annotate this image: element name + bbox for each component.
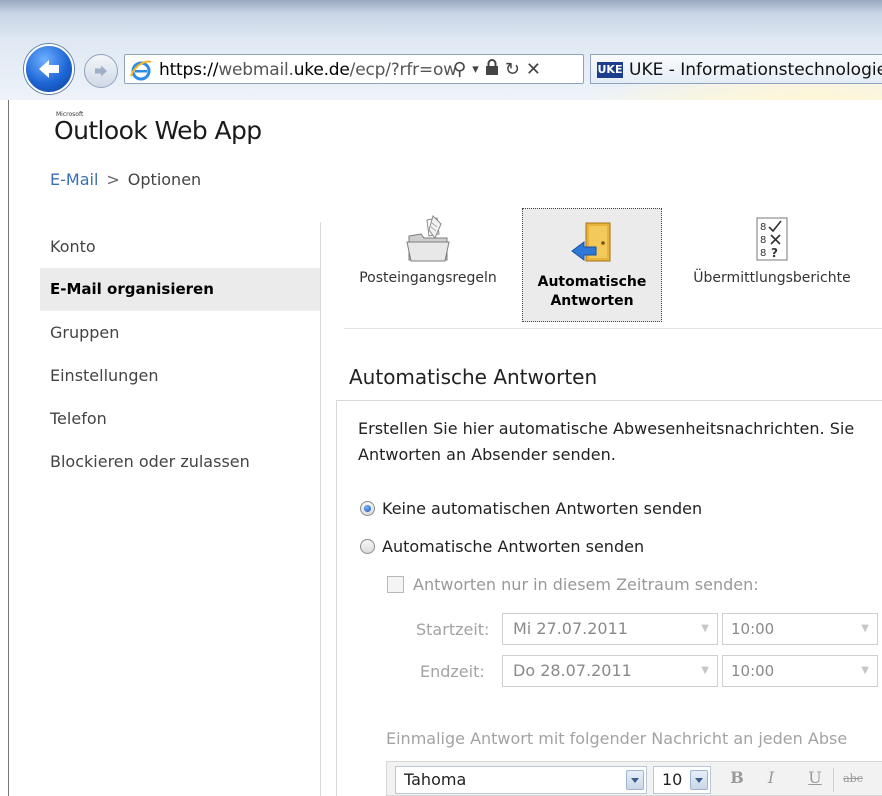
app-logo: Outlook Web App (54, 116, 262, 145)
sidebar-item-blockieren[interactable]: Blockieren oder zulassen (40, 440, 320, 483)
radio-send-replies[interactable]: Automatische Antworten senden (360, 537, 644, 556)
font-family-select[interactable]: Tahoma (395, 766, 647, 794)
chevron-down-icon[interactable]: ▼ (701, 614, 709, 644)
chevron-down-icon[interactable] (690, 770, 708, 790)
automatic-replies-button[interactable]: Automatische Antworten (522, 208, 662, 322)
forward-button[interactable] (84, 54, 118, 88)
browser-tab[interactable]: UKE UKE - Informationstechnologie... (590, 54, 882, 84)
sidebar-item-email-organisieren[interactable]: E-Mail organisieren (40, 268, 320, 311)
radio-no-replies-control[interactable] (360, 501, 375, 516)
start-time-label: Startzeit: (416, 620, 490, 639)
period-checkbox-row[interactable]: Antworten nur in diesem Zeitraum senden: (387, 575, 759, 594)
address-tools: ⚲ ▾ ↻ ✕ (453, 58, 541, 82)
url-domain: uke.de (293, 60, 350, 80)
radio-send-replies-label[interactable]: Automatische Antworten senden (382, 537, 644, 556)
internet-explorer-icon (130, 60, 152, 81)
font-family-value: Tahoma (404, 770, 467, 789)
breadcrumb-separator: > (106, 170, 120, 189)
url-text[interactable]: https://webmail.uke.de/ecp/?rfr=ow (159, 60, 457, 80)
folder-rules-icon (406, 215, 450, 262)
period-checkbox-label: Antworten nur in diesem Zeitraum senden: (413, 575, 759, 594)
start-date-value: Mi 27.07.2011 (513, 619, 628, 638)
oneoff-reply-label: Einmalige Antwort mit folgender Nachrich… (386, 729, 848, 748)
breadcrumb-current: Optionen (127, 170, 202, 189)
breadcrumb-email-link[interactable]: E-Mail (50, 170, 98, 189)
forward-arrow-icon (95, 65, 107, 77)
delivery-reports-label: Übermittlungsberichte (693, 270, 851, 286)
svg-text:?: ? (771, 246, 778, 260)
sidebar-item-konto[interactable]: Konto (40, 225, 320, 268)
url-path: /ecp/?rfr=ow (349, 60, 457, 80)
end-date-value: Do 28.07.2011 (513, 661, 632, 680)
description-text: Erstellen Sie hier automatische Abwesenh… (358, 416, 882, 468)
start-date-field[interactable]: Mi 27.07.2011 ▼ (502, 613, 718, 645)
dropdown-icon[interactable]: ▾ (472, 58, 479, 82)
svg-text:8: 8 (760, 248, 766, 259)
end-time-select[interactable]: 10:00 ▼ (722, 655, 878, 687)
editor-toolbar: Tahoma 10 B I U abc (386, 761, 882, 796)
chevron-down-icon[interactable] (626, 770, 644, 790)
svg-text:8: 8 (760, 235, 766, 246)
sidebar-item-einstellungen[interactable]: Einstellungen (40, 354, 320, 397)
end-date-field[interactable]: Do 28.07.2011 ▼ (502, 655, 718, 687)
start-time-select[interactable]: 10:00 ▼ (722, 613, 878, 645)
back-arrow-icon (39, 60, 59, 78)
breadcrumb: E-Mail > Optionen (50, 170, 201, 189)
svg-text:8: 8 (760, 222, 766, 233)
italic-button[interactable]: I (761, 768, 781, 787)
page-title: Automatische Antworten (349, 365, 598, 389)
inbox-rules-label: Posteingangsregeln (359, 270, 497, 286)
sidebar-item-gruppen[interactable]: Gruppen (40, 311, 320, 354)
automatic-replies-label-line1: Automatische (537, 274, 647, 290)
stop-icon[interactable]: ✕ (526, 58, 541, 82)
checklist-icon: 8 8 8 ? (756, 217, 788, 261)
nav-divider (320, 222, 321, 796)
end-time-label: Endzeit: (420, 662, 485, 681)
browser-chrome: https://webmail.uke.de/ecp/?rfr=ow ⚲ ▾ ↻… (0, 0, 882, 100)
sidebar-item-telefon[interactable]: Telefon (40, 397, 320, 440)
font-size-value: 10 (662, 770, 683, 789)
bold-button[interactable]: B (727, 768, 747, 787)
automatic-replies-label-line2: Antworten (550, 293, 634, 309)
description-line-1: Erstellen Sie hier automatische Abwesenh… (358, 419, 855, 438)
chevron-down-icon[interactable]: ▼ (861, 656, 869, 686)
url-subdomain: webmail. (218, 60, 294, 80)
chevron-down-icon[interactable]: ▼ (701, 656, 709, 686)
lock-icon[interactable] (485, 58, 499, 82)
search-icon[interactable]: ⚲ (453, 58, 466, 82)
url-scheme: https:// (159, 60, 219, 80)
toolbar-divider (344, 328, 882, 329)
page-frame-border (8, 100, 9, 796)
uke-logo: UKE (597, 62, 623, 78)
radio-no-replies[interactable]: Keine automatischen Antworten senden (360, 499, 702, 518)
back-button[interactable] (24, 44, 74, 94)
address-bar[interactable]: https://webmail.uke.de/ecp/?rfr=ow ⚲ ▾ ↻… (124, 54, 584, 84)
options-toolbar: Posteingangsregeln Automatische Antworte… (334, 208, 882, 326)
inbox-rules-button[interactable]: Posteingangsregeln (348, 214, 508, 286)
chevron-down-icon[interactable]: ▼ (861, 614, 869, 644)
tab-title: UKE - Informationstechnologie... (629, 60, 882, 80)
door-arrow-icon (571, 222, 611, 262)
delivery-reports-button[interactable]: 8 8 8 ? Übermittlungsberichte (672, 214, 872, 286)
app-header: Microsoft Outlook Web App (8, 100, 882, 160)
refresh-icon[interactable]: ↻ (505, 58, 520, 82)
description-line-2: Antworten an Absender senden. (358, 445, 616, 464)
strikethrough-button[interactable]: abc (843, 772, 863, 785)
sidebar-nav: Konto E-Mail organisieren Gruppen Einste… (40, 225, 320, 483)
font-size-select[interactable]: 10 (653, 766, 711, 794)
period-checkbox[interactable] (387, 576, 404, 593)
radio-send-replies-control[interactable] (360, 539, 375, 554)
underline-button[interactable]: U (805, 768, 825, 787)
start-time-value: 10:00 (731, 620, 775, 638)
format-separator (833, 768, 834, 792)
radio-no-replies-label[interactable]: Keine automatischen Antworten senden (382, 499, 702, 518)
end-time-value: 10:00 (731, 662, 775, 680)
